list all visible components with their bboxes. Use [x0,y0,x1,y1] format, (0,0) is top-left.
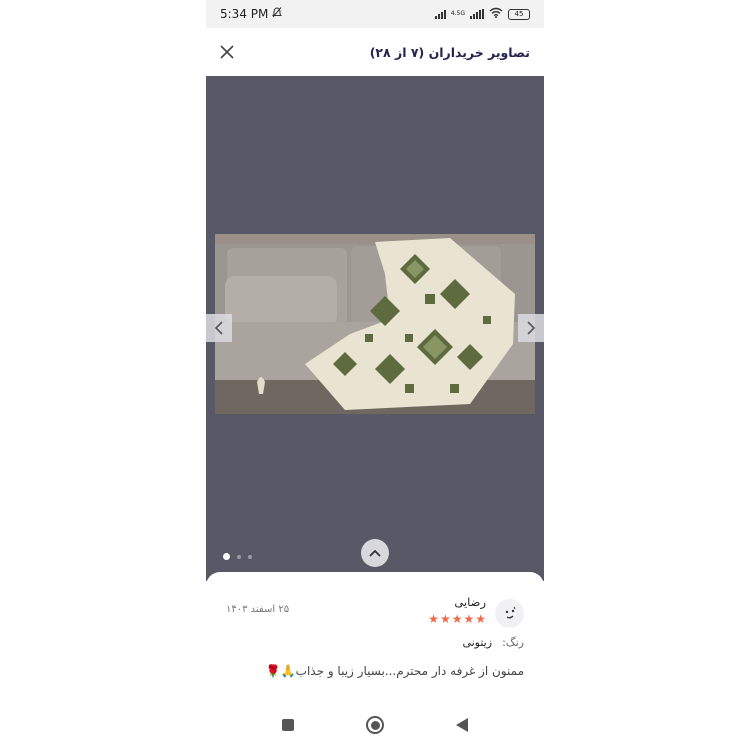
chevron-left-icon [214,321,223,335]
page-title: تصاویر خریداران (۷ از ۲۸) [369,44,530,60]
mute-icon [272,7,283,21]
battery-icon: 45 [508,8,530,20]
back-button[interactable] [456,718,468,732]
network-type: 4.5G [450,10,465,17]
color-row: رنگ: زیتونی [462,636,524,649]
rating-stars: ★ ★ ★ ★ ★ [428,613,486,625]
header: تصاویر خریداران (۷ از ۲۸) [206,28,544,76]
color-value: زیتونی [462,636,493,649]
battery-level: 45 [514,10,524,18]
color-label: رنگ: [502,636,524,649]
star-icon: ★ [451,612,463,626]
wifi-icon [489,7,503,21]
pagination-dot[interactable] [237,554,241,559]
phone-screen: 5:34 PM 4.5G 45 تصاویر خریداران (۷ از ۲۸… [206,0,544,750]
star-icon: ★ [475,612,486,626]
status-right: 4.5G 45 [434,7,530,21]
pagination-dot[interactable] [248,554,252,559]
signal-2-icon [470,9,484,19]
star-icon: ★ [463,612,475,626]
sofa-photo-image [215,234,535,414]
pagination-dots [223,553,252,560]
chevron-right-icon [527,321,536,335]
expand-review-button[interactable] [361,539,389,567]
status-bar: 5:34 PM 4.5G 45 [206,0,544,28]
system-nav-bar [206,700,544,750]
star-icon: ★ [439,612,451,626]
next-image-button[interactable] [518,314,544,342]
avatar [495,599,524,628]
chevron-up-icon [369,549,381,557]
close-icon [220,45,234,59]
star-icon: ★ [428,612,439,626]
recent-apps-button[interactable] [282,719,294,731]
reviewer-name: رضایی [454,595,486,609]
avatar-face-icon [505,606,515,618]
image-viewer [206,76,544,581]
close-button[interactable] [218,43,236,61]
signal-icon [434,9,446,19]
buyer-photo[interactable] [215,234,535,414]
previous-image-button[interactable] [206,314,232,342]
home-button[interactable] [366,716,384,734]
status-time: 5:34 PM [220,7,269,21]
review-date: ۲۵ اسفند ۱۴۰۳ [226,604,290,615]
home-dot-icon [370,720,380,730]
pagination-dot[interactable] [223,553,230,560]
status-left: 5:34 PM [220,7,283,21]
review-comment: ممنون از غرفه دار محترم...بسیار زیبا و ج… [265,664,524,678]
